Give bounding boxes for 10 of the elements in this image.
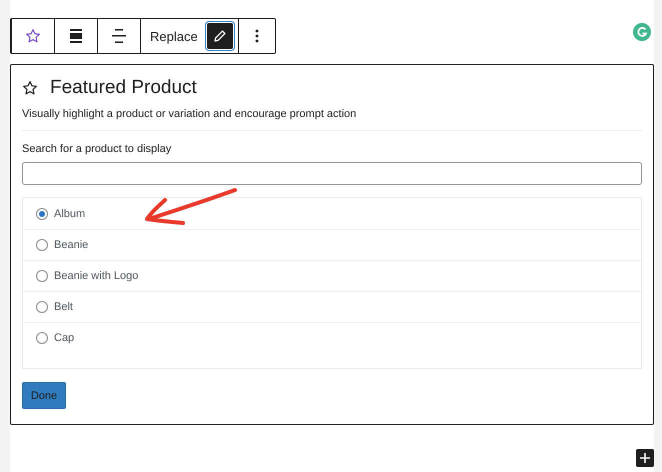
- search-label: Search for a product to display: [22, 143, 172, 155]
- done-button[interactable]: Done: [22, 382, 66, 409]
- option-label: Beanie with Logo: [54, 270, 138, 282]
- option-label: Cap: [54, 332, 74, 344]
- block-description: Visually highlight a product or variation and encourage prompt action: [22, 108, 358, 120]
- option-label: Album: [54, 208, 86, 220]
- replace-button[interactable]: Replace: [146, 23, 202, 49]
- block-title: Featured Product: [50, 77, 197, 99]
- option-label: Belt: [54, 301, 73, 313]
- option-label: Beanie: [54, 239, 88, 251]
